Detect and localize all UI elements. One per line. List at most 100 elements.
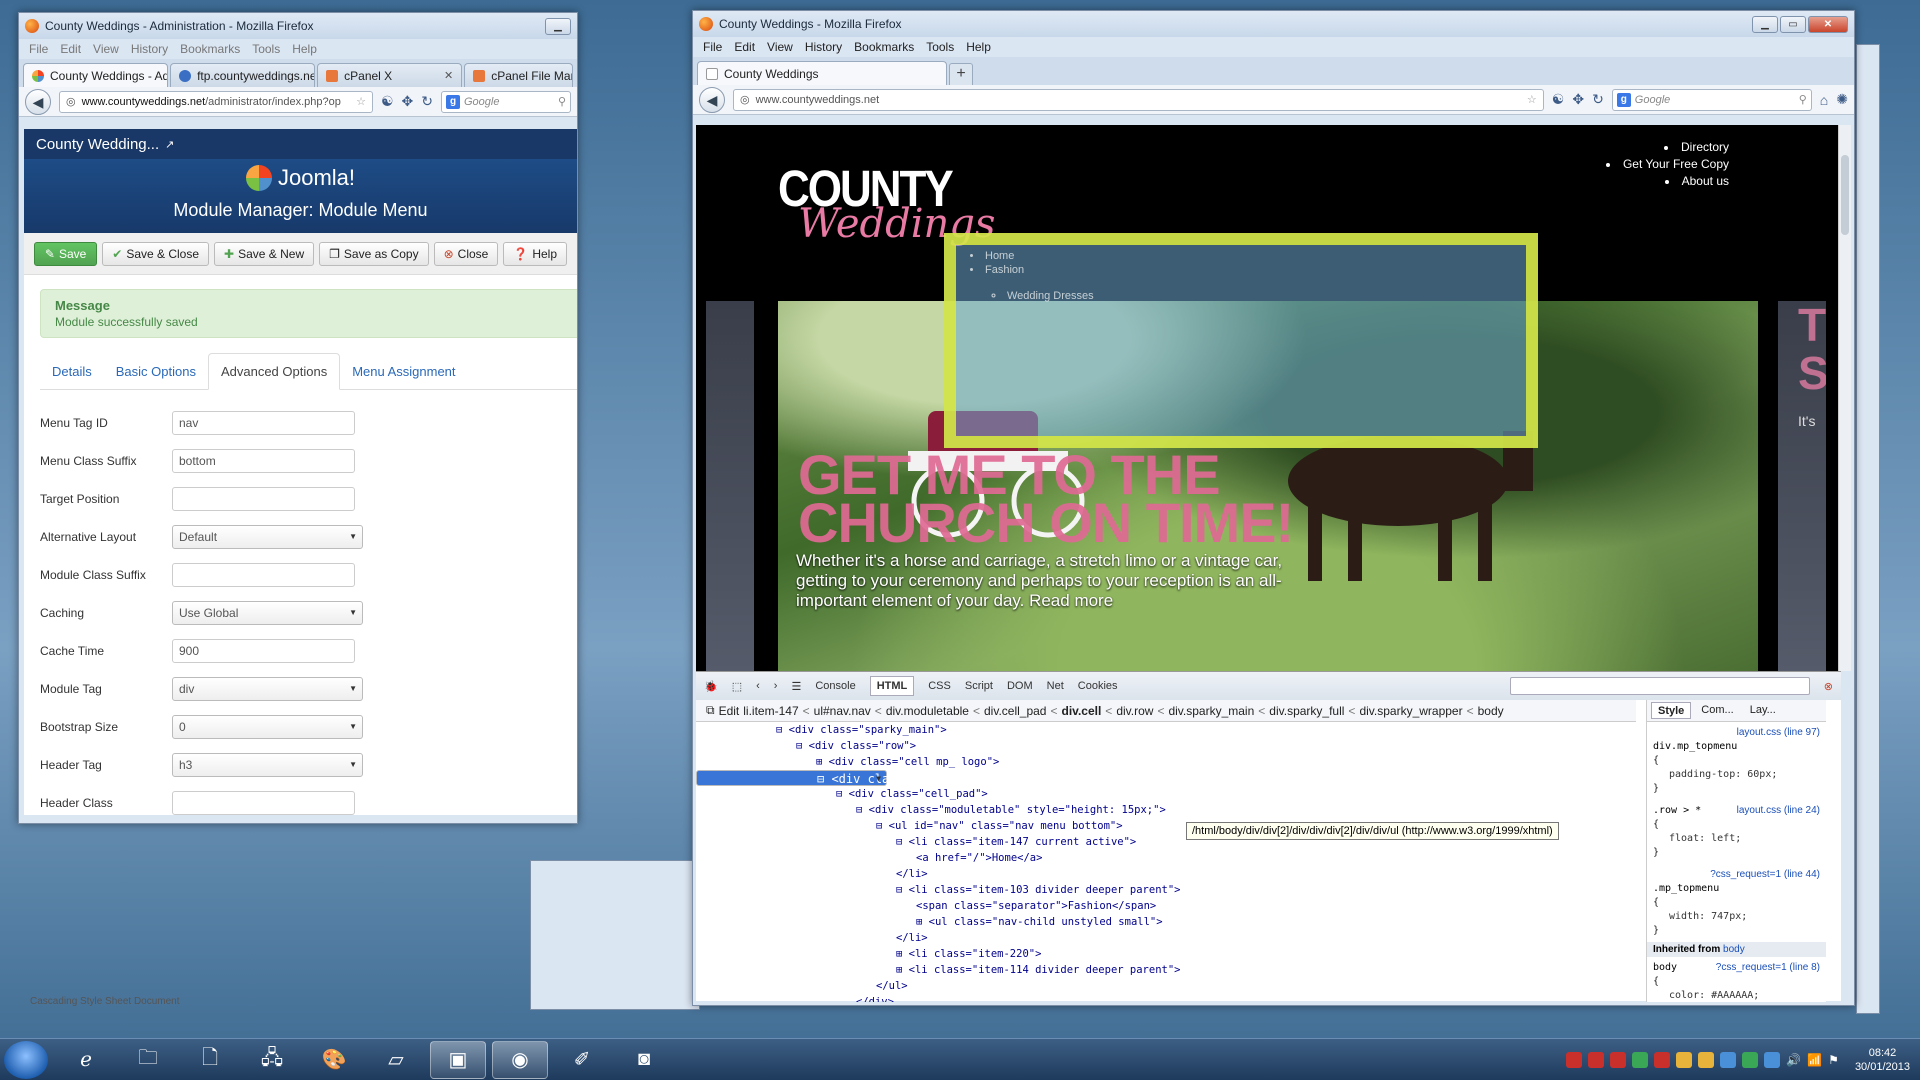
expand-toggle-icon[interactable]: ⊞ — [816, 756, 829, 768]
html-node-line[interactable]: ⊞ <ul class="nav-child unstyled small"> — [696, 914, 1636, 930]
expand-icon[interactable]: ⧉ — [706, 703, 715, 718]
firebug-tab-cookies[interactable]: Cookies — [1078, 680, 1118, 692]
notes-icon[interactable]: ▱ — [368, 1041, 424, 1079]
expand-toggle-icon[interactable]: ⊞ — [916, 916, 929, 928]
back-arrow-icon[interactable]: ◀ — [699, 86, 725, 113]
html-node-line[interactable]: ⊟ <div class="sparky_main"> — [696, 722, 1636, 738]
tab-county-weddings[interactable]: County Weddings — [697, 61, 947, 85]
menu-help[interactable]: Help — [292, 42, 317, 56]
bookmark-star-icon[interactable]: ☆ — [1527, 93, 1537, 106]
tray-app-icon[interactable] — [1566, 1051, 1583, 1068]
rule-property[interactable]: float: left; — [1653, 832, 1820, 846]
admin-url-bar[interactable]: ◎ www.countyweddings.net/administrator/i… — [59, 90, 373, 113]
firebug-tab-net[interactable]: Net — [1047, 680, 1064, 692]
save-button[interactable]: ✎ Save — [34, 241, 98, 266]
firebug-toolbar-icon[interactable]: ✥ — [402, 93, 414, 110]
html-node-line[interactable]: ⊟ <div class="row"> — [696, 738, 1636, 754]
expand-toggle-icon[interactable]: ⊟ — [896, 884, 909, 896]
field-select[interactable]: Default — [172, 525, 363, 549]
admin-titlebar[interactable]: County Weddings - Administration - Mozil… — [19, 13, 577, 39]
menu-bookmarks[interactable]: Bookmarks — [180, 42, 240, 56]
tray-app-icon[interactable] — [1654, 1051, 1671, 1068]
menu-file[interactable]: File — [29, 42, 48, 56]
rule-property[interactable]: color: #AAAAAA; — [1653, 989, 1820, 1003]
start-button[interactable] — [4, 1040, 48, 1079]
tab-admin[interactable]: County Weddings - Ad... ✕ — [23, 63, 169, 87]
html-node-line[interactable]: ⊞ <div class="cell mp_ logo"> — [696, 754, 1636, 770]
html-node-line[interactable]: </ul> — [696, 978, 1636, 994]
expand-toggle-icon[interactable]: ⊟ — [896, 836, 909, 848]
close-tab-icon[interactable]: ✕ — [444, 69, 453, 82]
html-node-line[interactable]: </div> — [696, 994, 1636, 1002]
file-explorer-icon[interactable]: 🗀 — [120, 1041, 176, 1079]
field-input[interactable] — [172, 563, 355, 587]
rule-property[interactable]: padding-top: 60px; — [1653, 768, 1820, 782]
html-node-line[interactable]: </li> — [696, 930, 1636, 946]
menu-view[interactable]: View — [767, 40, 793, 54]
minimize-button[interactable]: ▁ — [1752, 15, 1778, 33]
scrollbar-thumb[interactable] — [1841, 155, 1849, 235]
css-rule[interactable]: layout.css (line 97) div.mp_topmenu{paddi… — [1647, 722, 1826, 800]
expand-toggle-icon[interactable]: ⊞ — [896, 948, 909, 960]
html-node-line[interactable]: ⊞ <li class="item-220"> — [696, 946, 1636, 962]
layout-icon[interactable]: ☰ — [791, 680, 801, 693]
volume-icon[interactable]: 🔊 — [1786, 1053, 1801, 1067]
tab-cpanel[interactable]: cPanel X ✕ — [317, 63, 463, 87]
css-rule-body[interactable]: ?css_request=1 (line 8) body { color: #A… — [1647, 957, 1826, 1007]
new-tab-button[interactable]: + — [949, 63, 973, 85]
flag-icon[interactable]: ⚑ — [1828, 1053, 1839, 1067]
search-icon[interactable]: ⚲ — [558, 95, 566, 108]
side-tab-style[interactable]: Style — [1651, 702, 1692, 719]
field-select[interactable]: h3 — [172, 753, 363, 777]
firebug-tab-css[interactable]: CSS — [928, 680, 951, 692]
internet-explorer-icon[interactable]: ℯ — [58, 1041, 114, 1079]
menu-history[interactable]: History — [805, 40, 842, 54]
expand-toggle-icon[interactable]: ⊞ — [896, 964, 909, 976]
firebug-search-input[interactable] — [1509, 677, 1810, 695]
expand-toggle-icon[interactable]: ⊟ — [776, 724, 789, 736]
menu-bookmarks[interactable]: Bookmarks — [854, 40, 914, 54]
rule-source[interactable]: ?css_request=1 (line 44) — [1710, 868, 1820, 882]
edit-button[interactable]: Edit — [719, 704, 740, 718]
firebug-menu-icon[interactable]: 🐞 — [704, 680, 718, 693]
help-button[interactable]: ❓ Help — [503, 241, 567, 266]
clock[interactable]: 08:42 30/01/2013 — [1855, 1046, 1910, 1074]
expand-toggle-icon[interactable]: ⊟ — [817, 772, 831, 786]
expand-toggle-icon[interactable]: ⊟ — [856, 804, 869, 816]
save-close-button[interactable]: ✔ Save & Close — [102, 241, 210, 266]
expand-toggle-icon[interactable]: ⊟ — [796, 740, 809, 752]
nav-fashion[interactable]: Fashion — [970, 263, 1094, 277]
tab-details[interactable]: Details — [40, 354, 104, 389]
hero-description[interactable]: Whether it's a horse and carriage, a str… — [796, 551, 1316, 611]
back-arrow-icon[interactable]: ◀ — [25, 88, 51, 115]
expand-toggle-icon[interactable]: ⊟ — [836, 788, 849, 800]
tray-app-icon[interactable] — [1720, 1051, 1737, 1068]
site-search-box[interactable]: g Google ⚲ — [1611, 88, 1812, 111]
html-node-line[interactable]: ⊟ <li class="item-103 divider deeper par… — [696, 882, 1636, 898]
breadcrumb-item[interactable]: div.sparky_wrapper — [1359, 704, 1462, 718]
previous-slide[interactable] — [706, 301, 754, 671]
addon-icon[interactable]: ☯ — [381, 93, 394, 110]
side-tab-computed[interactable]: Com... — [1695, 702, 1739, 719]
rule-source[interactable]: layout.css (line 97) — [1737, 726, 1820, 740]
nav-home[interactable]: Home — [970, 249, 1094, 263]
tab-advanced-options[interactable]: Advanced Options — [207, 353, 341, 390]
extension-icon[interactable]: ✺ — [1836, 91, 1848, 108]
search-icon[interactable]: ⚲ — [1799, 93, 1807, 106]
inspect-icon[interactable]: ⬚ — [732, 680, 742, 693]
firebug-tab-script[interactable]: Script — [965, 680, 993, 692]
rule-source[interactable]: ?css_request=1 (line 8) — [1716, 961, 1820, 975]
field-input[interactable] — [172, 791, 355, 815]
breadcrumb-item[interactable]: div.cell — [1062, 704, 1102, 718]
reload-icon[interactable]: ↻ — [421, 93, 433, 110]
css-rule[interactable]: layout.css (line 24) .row > *{float: left… — [1647, 800, 1826, 864]
bookmark-star-icon[interactable]: ☆ — [356, 95, 366, 108]
tab-menu-assignment[interactable]: Menu Assignment — [340, 354, 467, 389]
filezilla-icon[interactable]: ▣ — [430, 1040, 486, 1079]
home-icon[interactable]: ⌂ — [1820, 92, 1828, 108]
breadcrumb-item[interactable]: li.item-147 — [743, 704, 798, 718]
document-icon[interactable]: 🗋 — [182, 1041, 238, 1079]
back-icon[interactable]: ‹ — [756, 680, 760, 692]
firefox-taskbar-icon[interactable]: ◉ — [492, 1040, 548, 1079]
inherited-from[interactable]: body — [1723, 944, 1745, 955]
